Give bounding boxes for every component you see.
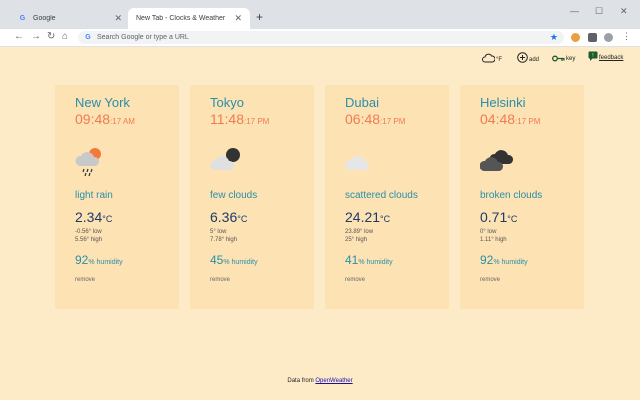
home-icon[interactable]: ⌂: [62, 31, 68, 43]
humidity: 41% humidity: [345, 253, 393, 267]
puzzle-extensions-icon[interactable]: [588, 33, 597, 42]
city-name: Helsinki: [480, 95, 526, 110]
humidity: 92% humidity: [480, 253, 528, 267]
temp-high: 5.56° high: [75, 237, 103, 243]
tab-clocks-weather[interactable]: New Tab - Clocks & Weather ✕: [128, 8, 250, 29]
extension-icon[interactable]: [571, 33, 580, 42]
tab-title: New Tab - Clocks & Weather: [136, 15, 226, 22]
city-name: Dubai: [345, 95, 379, 110]
minimize-icon[interactable]: —: [570, 6, 579, 16]
unit-label: °F: [496, 57, 503, 63]
temp-high: 1.11° high: [480, 237, 507, 243]
humidity: 45% humidity: [210, 253, 258, 267]
add-city-button[interactable]: add: [517, 52, 539, 63]
city-card-helsinki: Helsinki 04:48:17 PM broken clouds 0.71°…: [460, 85, 584, 309]
menu-dots-icon[interactable]: ⋮: [622, 31, 631, 42]
tab-google[interactable]: G Google ✕: [10, 8, 130, 29]
browser-titlebar: G Google ✕ New Tab - Clocks & Weather ✕ …: [0, 0, 640, 29]
city-card-tokyo: Tokyo 11:48:17 PM few clouds 6.36°C 5° l…: [190, 85, 314, 309]
browser-toolbar: ← → ↻ ⌂ G Search Google or type a URL ★: [0, 29, 640, 47]
temperature: 2.34°C: [75, 209, 113, 225]
weather-description: scattered clouds: [345, 190, 418, 201]
city-time: 11:48:17 PM: [210, 111, 270, 127]
few-clouds-night-icon: [210, 144, 314, 178]
window-close-icon[interactable]: ✕: [620, 6, 628, 17]
openweather-link[interactable]: OpenWeather: [315, 378, 352, 384]
omnibox[interactable]: G Search Google or type a URL ★: [78, 31, 564, 44]
city-time: 04:48:17 PM: [480, 111, 541, 127]
remove-city-link[interactable]: remove: [480, 277, 584, 283]
scattered-clouds-icon: [345, 144, 449, 178]
remove-city-link[interactable]: remove: [75, 277, 179, 283]
city-card-dubai: Dubai 06:48:17 PM scattered clouds 24.21…: [325, 85, 449, 309]
city-name: Tokyo: [210, 95, 244, 110]
remove-city-link[interactable]: remove: [345, 277, 449, 283]
rain-cloud-icon: [75, 144, 179, 178]
cloud-icon: [482, 53, 495, 63]
omnibox-placeholder: Search Google or type a URL: [97, 34, 189, 41]
reload-icon[interactable]: ↻: [47, 31, 55, 43]
svg-text:!: !: [592, 53, 593, 59]
weather-description: few clouds: [210, 190, 258, 201]
humidity: 92% humidity: [75, 253, 123, 267]
feedback-label: feedback: [599, 55, 624, 61]
close-icon[interactable]: ✕: [114, 13, 122, 24]
remove-city-link[interactable]: remove: [210, 277, 314, 283]
back-icon[interactable]: ←: [14, 31, 24, 43]
google-favicon-icon: G: [19, 15, 26, 22]
city-card-new-york: New York 09:48:17 AM light rain 2.34°C -…: [55, 85, 179, 309]
api-key-button[interactable]: key: [552, 55, 575, 62]
google-g-icon: G: [85, 34, 91, 41]
city-time: 06:48:17 PM: [345, 111, 406, 127]
city-time: 09:48:17 AM: [75, 111, 135, 127]
temp-low: 5° low: [210, 229, 227, 235]
temperature: 24.21°C: [345, 209, 391, 225]
maximize-icon[interactable]: ☐: [595, 6, 603, 17]
plus-circle-icon: [517, 52, 528, 63]
temp-low: 0° low: [480, 229, 497, 235]
temp-high: 25° high: [345, 237, 368, 243]
close-icon[interactable]: ✕: [234, 13, 242, 24]
attribution-prefix: Data from: [287, 378, 316, 384]
feedback-icon: !: [588, 51, 598, 61]
unit-toggle[interactable]: °F: [482, 53, 502, 63]
temperature: 6.36°C: [210, 209, 248, 225]
weather-description: broken clouds: [480, 190, 543, 201]
feedback-button[interactable]: ! feedback: [588, 51, 623, 61]
bookmark-star-icon[interactable]: ★: [550, 32, 558, 43]
new-tab-page: °F add key ! feedback New York 09:48:17 …: [0, 47, 640, 400]
city-name: New York: [75, 95, 130, 110]
temp-low: 23.89° low: [345, 229, 374, 235]
broken-clouds-icon: [479, 144, 584, 178]
key-label: key: [566, 56, 576, 62]
temp-high: 7.78° high: [210, 237, 238, 243]
key-icon: [552, 55, 565, 62]
add-label: add: [529, 57, 540, 63]
tab-title: Google: [33, 15, 56, 22]
weather-description: light rain: [75, 190, 113, 201]
temp-low: -0.56° low: [75, 229, 102, 235]
new-tab-button[interactable]: +: [256, 11, 263, 23]
forward-icon[interactable]: →: [31, 31, 41, 43]
data-attribution: Data from OpenWeather: [0, 378, 640, 384]
profile-avatar-icon[interactable]: [604, 33, 613, 42]
temperature: 0.71°C: [480, 209, 518, 225]
